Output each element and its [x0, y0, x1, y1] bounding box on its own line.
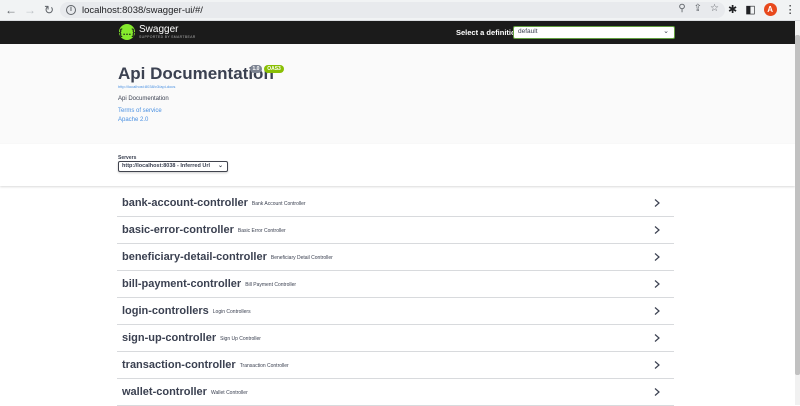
tag-name[interactable]: login-controllers: [122, 305, 209, 317]
browser-toolbar: ← → ↻ i localhost:8038/swagger-ui/#/ ⚲ ⇪…: [0, 0, 800, 21]
chevron-right-icon[interactable]: [652, 279, 662, 289]
chevron-down-icon: ⌄: [217, 163, 223, 169]
tag-name[interactable]: beneficiary-detail-controller: [122, 251, 267, 263]
definition-label: Select a definition: [456, 28, 521, 37]
license-link[interactable]: Apache 2.0: [118, 117, 148, 123]
tag-section[interactable]: bank-account-controller Bank Account Con…: [117, 190, 674, 217]
swagger-logo-icon: {…}: [119, 24, 135, 40]
chevron-right-icon[interactable]: [652, 306, 662, 316]
oas-badge: OAS3: [264, 65, 284, 73]
tag-description: Login Controllers: [212, 309, 251, 315]
profile-avatar[interactable]: A: [763, 3, 777, 16]
tag-section[interactable]: transaction-controller Transaction Contr…: [117, 352, 674, 379]
tag-section[interactable]: login-controllers Login Controllers: [117, 298, 674, 325]
swagger-logo[interactable]: {…} Swagger SUPPORTED BY SMARTBEAR: [119, 24, 196, 40]
tag-name[interactable]: bank-account-controller: [122, 197, 248, 209]
definition-value: default: [518, 28, 538, 35]
operations-tags: bank-account-controller Bank Account Con…: [117, 190, 674, 406]
share-icon[interactable]: ⇪: [694, 3, 702, 14]
servers-bar: Servers http://localhost:8038 - Inferred…: [0, 144, 795, 186]
swagger-topbar: {…} Swagger SUPPORTED BY SMARTBEAR Selec…: [0, 21, 795, 44]
tag-description: Basic Error Controller: [237, 228, 286, 234]
tag-name[interactable]: bill-payment-controller: [122, 278, 241, 290]
chevron-right-icon[interactable]: [652, 198, 662, 208]
terms-of-service-link[interactable]: Terms of service: [118, 108, 162, 114]
version-badge: 1.0: [250, 65, 262, 73]
servers-selected-value: http://localhost:8038 - Inferred Url: [122, 163, 211, 169]
api-description: Api Documentation: [118, 96, 169, 102]
address-bar[interactable]: i localhost:8038/swagger-ui/#/ ⚲ ⇪ ☆: [60, 2, 725, 18]
site-info-icon[interactable]: i: [66, 5, 76, 15]
chevron-right-icon[interactable]: [652, 360, 662, 370]
page-scrollbar[interactable]: [795, 21, 800, 405]
forward-arrow-icon[interactable]: →: [22, 2, 38, 18]
tag-description: Beneficiary Detail Controller: [270, 255, 333, 261]
bookmark-star-icon[interactable]: ☆: [710, 3, 719, 14]
logo-subtitle: SUPPORTED BY SMARTBEAR: [139, 35, 196, 39]
api-docs-link[interactable]: http://localhost:8038/v3/api-docs: [118, 84, 175, 89]
tag-name[interactable]: transaction-controller: [122, 359, 236, 371]
reload-icon[interactable]: ↻: [41, 2, 57, 18]
tag-description: Bill Payment Controller: [245, 282, 297, 288]
servers-select[interactable]: http://localhost:8038 - Inferred Url ⌄: [118, 161, 228, 172]
tag-name[interactable]: basic-error-controller: [122, 224, 234, 236]
tag-description: Transaction Controller: [239, 363, 289, 369]
back-arrow-icon[interactable]: ←: [3, 2, 19, 18]
chevron-right-icon[interactable]: [652, 333, 662, 343]
tag-name[interactable]: wallet-controller: [122, 386, 207, 398]
scrollbar-thumb[interactable]: [795, 35, 800, 375]
tag-section[interactable]: beneficiary-detail-controller Beneficiar…: [117, 244, 674, 271]
tag-section[interactable]: sign-up-controller Sign Up Controller: [117, 325, 674, 352]
chevron-right-icon[interactable]: [652, 225, 662, 235]
tag-section[interactable]: bill-payment-controller Bill Payment Con…: [117, 271, 674, 298]
definition-select[interactable]: default ⌄: [513, 26, 675, 39]
extensions-puzzle-icon[interactable]: ✱: [728, 3, 737, 16]
address-url[interactable]: localhost:8038/swagger-ui/#/: [82, 5, 203, 16]
chevron-right-icon[interactable]: [652, 252, 662, 262]
tag-section[interactable]: basic-error-controller Basic Error Contr…: [117, 217, 674, 244]
browser-menu-icon[interactable]: ⋮: [785, 3, 796, 16]
logo-name: Swagger: [139, 24, 179, 35]
chevron-down-icon: ⌄: [663, 28, 669, 35]
tag-description: Wallet Controller: [210, 390, 248, 396]
tag-name[interactable]: sign-up-controller: [122, 332, 216, 344]
zoom-icon[interactable]: ⚲: [678, 3, 685, 14]
api-info: Api Documentation 1.0 OAS3 http://localh…: [0, 44, 795, 144]
tag-description: Sign Up Controller: [220, 336, 261, 342]
tag-description: Bank Account Controller: [251, 201, 306, 207]
chevron-right-icon[interactable]: [652, 387, 662, 397]
side-panel-icon[interactable]: ◧: [745, 3, 755, 16]
tag-section[interactable]: wallet-controller Wallet Controller: [117, 379, 674, 406]
